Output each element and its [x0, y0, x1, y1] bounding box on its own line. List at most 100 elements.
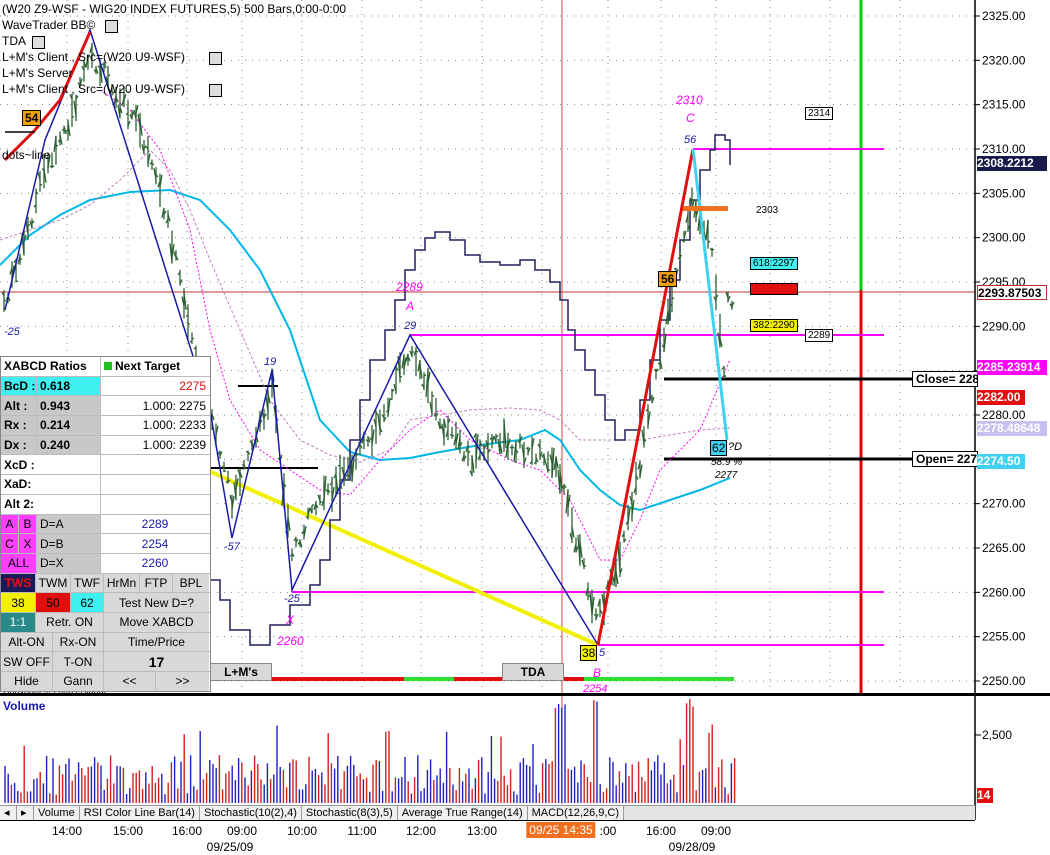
tab-stochastic-2[interactable]: Stochastic(8(3),5): [302, 806, 398, 821]
price-bar-close: [16, 281, 18, 282]
hrmn-button[interactable]: HrMn: [104, 574, 140, 593]
price-bar-open: [654, 370, 656, 371]
point-a-price: 2289: [396, 280, 423, 294]
tws-button[interactable]: TWS: [1, 574, 36, 593]
target-value: 2260: [101, 554, 209, 573]
fib-62-button[interactable]: 62: [71, 593, 104, 612]
next-button[interactable]: >>: [156, 672, 209, 691]
study-dots-line: dots~line: [2, 148, 50, 162]
twm-button[interactable]: TWM: [36, 574, 71, 593]
close-label: Close= 2283: [912, 371, 978, 387]
target-label: D=B: [37, 534, 101, 553]
point-c: C: [686, 111, 695, 125]
ratio-key: XcD :: [1, 455, 101, 474]
study-tda: TDA: [2, 34, 26, 48]
point-d-ratio: 58.9 %: [711, 457, 742, 468]
next-target-label: Next Target: [115, 359, 180, 373]
price-tick-label: 2280.00: [982, 408, 1026, 422]
lock-icon[interactable]: [32, 36, 45, 49]
price-tick-label: 2260.00: [982, 585, 1026, 599]
fib-38-button[interactable]: 38: [1, 593, 36, 612]
tab-atr[interactable]: Average True Range(14): [398, 806, 528, 821]
test-new-d-button[interactable]: Test New D=?: [104, 593, 209, 612]
ratio-target: 2275: [101, 377, 209, 396]
ratio-target: 1.000: 2275: [101, 396, 209, 415]
volume-tick: 2,500: [982, 728, 1012, 742]
lm-tag[interactable]: L+M's: [210, 663, 272, 681]
twf-button[interactable]: TWF: [71, 574, 104, 593]
xabcd-panel: XABCD Ratios Next Target BcD : 0.618 227…: [0, 356, 211, 692]
hide-button[interactable]: Hide: [1, 672, 53, 691]
price-tick-label: 2265.00: [982, 541, 1026, 555]
ratio-key: Rx :: [1, 416, 37, 435]
retracement-toggle[interactable]: Retr. ON: [36, 613, 104, 632]
time-label: 10:00: [287, 824, 317, 838]
tab-stochastic-1[interactable]: Stochastic(10(2),4): [200, 806, 302, 821]
target-b-button[interactable]: B: [19, 515, 37, 534]
previous-button[interactable]: <<: [104, 672, 156, 691]
lock-icon[interactable]: [105, 20, 118, 33]
price-bar-open: [190, 341, 192, 342]
ratio-value: 0.240: [37, 436, 101, 455]
time-label: 12:00: [406, 824, 436, 838]
price-bar-open: [534, 463, 536, 464]
target-a-button[interactable]: A: [1, 515, 19, 534]
price-bar-close: [224, 471, 226, 472]
study-wavetrader: WaveTrader BB©: [2, 18, 95, 32]
gann-button[interactable]: Gann: [53, 672, 104, 691]
target-all-button[interactable]: ALL: [1, 554, 37, 573]
label-2303: 2303: [756, 205, 778, 216]
target-x-button[interactable]: X: [19, 534, 37, 553]
point-a-count: 29: [404, 320, 416, 332]
point-x-price: 2260: [277, 634, 304, 648]
t-toggle[interactable]: T-ON: [53, 652, 104, 671]
time-label: 13:00: [467, 824, 497, 838]
point-b-price: 2254: [583, 683, 607, 692]
ftp-button[interactable]: FTP: [140, 574, 173, 593]
lock-icon[interactable]: [209, 52, 222, 65]
time-label: 15:00: [113, 824, 143, 838]
pane-separator: [0, 693, 1050, 696]
fib-50-button[interactable]: 50: [36, 593, 71, 612]
ratio-value: 0.943: [37, 396, 101, 415]
price-tag-lavender: 2278.48648: [977, 421, 1047, 436]
time-price-button[interactable]: Time/Price: [104, 633, 209, 652]
lock-icon[interactable]: [209, 84, 222, 97]
move-xabcd-button[interactable]: Move XABCD: [104, 613, 209, 632]
bpl-button[interactable]: BPL: [173, 574, 209, 593]
tab-macd[interactable]: MACD(12,26,9,C): [528, 806, 624, 821]
time-label: 16:00: [646, 824, 676, 838]
price-tick-label: 2320.00: [982, 53, 1026, 67]
tda-tag[interactable]: TDA: [502, 663, 564, 681]
scroll-right-icon[interactable]: ▸: [17, 806, 34, 821]
price-tag-cyan: 2274.50: [977, 454, 1025, 469]
study-lm-server: L+M's Server: [2, 66, 73, 80]
rx-toggle[interactable]: Rx-ON: [53, 633, 104, 652]
label-382: 382:2290: [750, 319, 798, 332]
tab-volume[interactable]: Volume: [34, 806, 80, 821]
study-tab-bar: ◂ ▸ Volume RSI Color Line Bar(14) Stocha…: [0, 805, 975, 821]
price-tick-label: 2290.00: [982, 319, 1026, 333]
tab-rsi[interactable]: RSI Color Line Bar(14): [80, 806, 200, 821]
volume-last-tag: 14: [977, 788, 993, 803]
target-label: D=X: [37, 554, 101, 573]
price-tick-label: 2325.00: [982, 9, 1026, 23]
volume-bars: [5, 699, 735, 803]
count-19: 19: [264, 356, 276, 368]
alt-toggle[interactable]: Alt-ON: [1, 633, 53, 652]
bar-count-field[interactable]: 17: [104, 652, 209, 671]
scroll-left-icon[interactable]: ◂: [0, 806, 17, 821]
orange-marker: [683, 206, 728, 211]
target-c-button[interactable]: C: [1, 534, 19, 553]
ratio-key: Alt :: [1, 396, 37, 415]
ratio-toggle[interactable]: 1:1: [1, 613, 36, 632]
price-tick-label: 2270.00: [982, 497, 1026, 511]
sw-toggle[interactable]: SW OFF: [1, 652, 53, 671]
label-2314: 2314: [805, 107, 833, 120]
point-x: X: [286, 613, 294, 627]
time-label: 09:00: [227, 824, 257, 838]
ratio-key: XaD:: [1, 475, 101, 494]
point-b: B: [593, 666, 601, 680]
trend-color-bar: [209, 677, 734, 681]
ratio-key: Alt 2:: [1, 495, 101, 514]
